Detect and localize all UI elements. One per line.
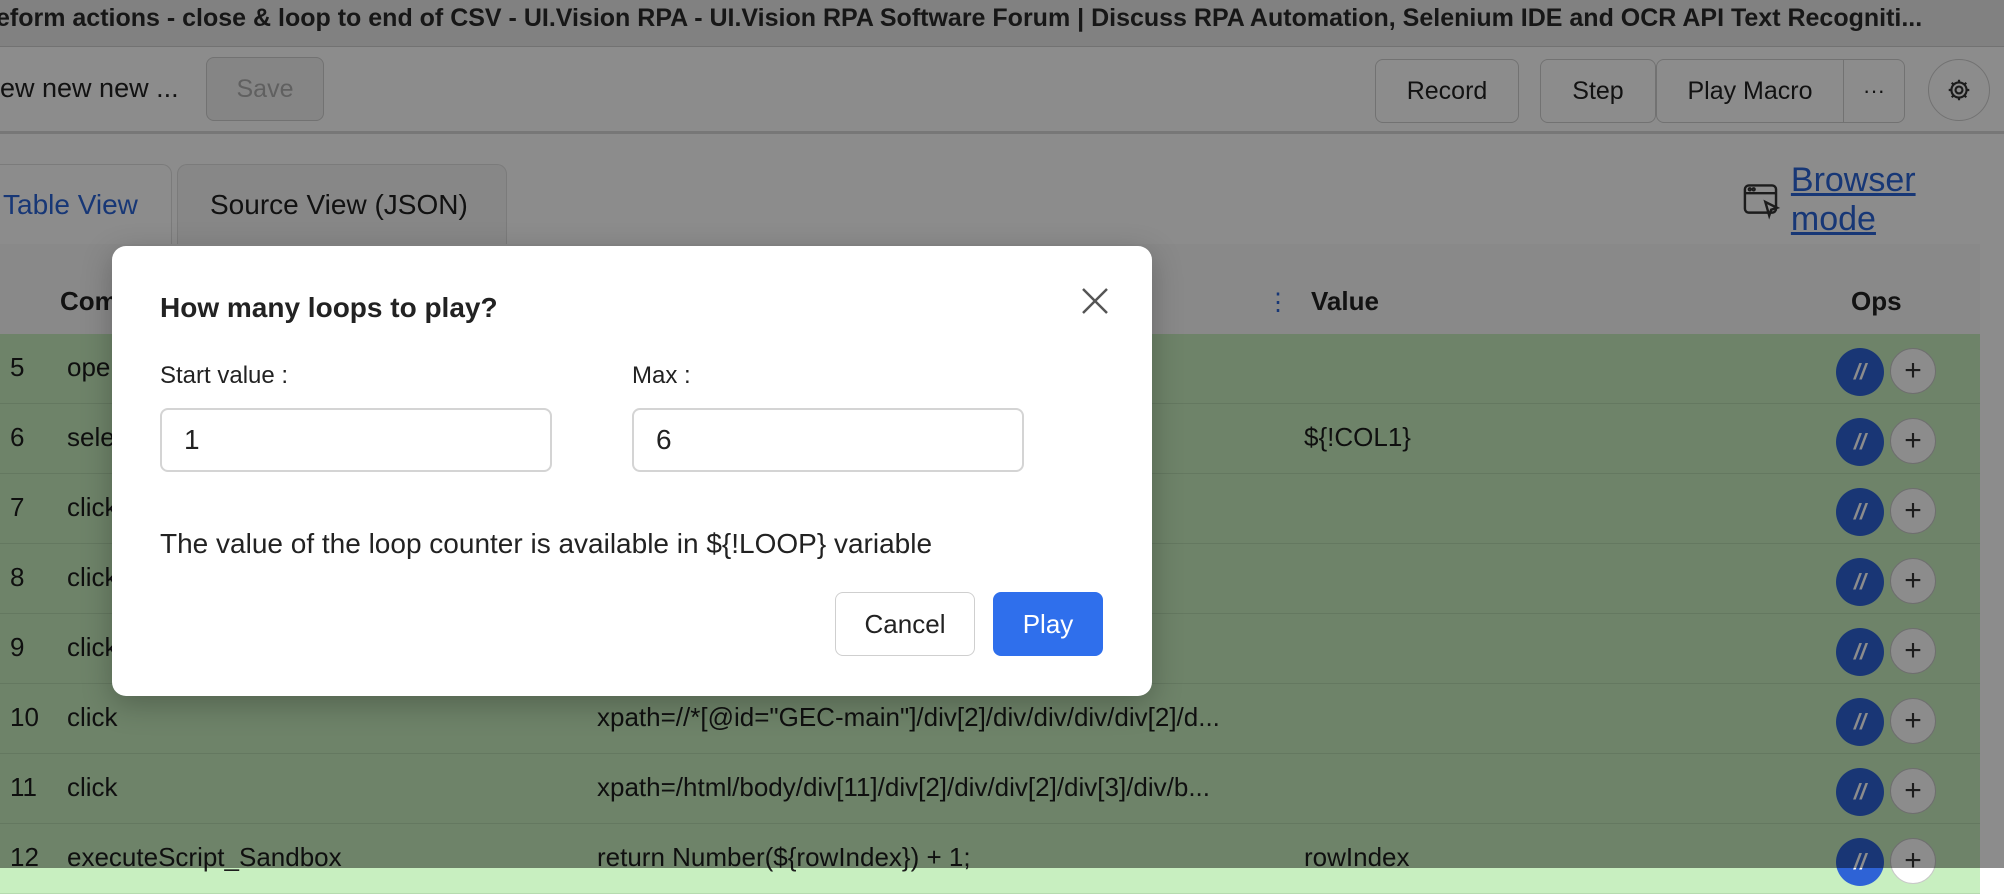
close-icon[interactable] xyxy=(1078,284,1112,318)
start-value-label: Start value : xyxy=(160,362,289,389)
cancel-button[interactable]: Cancel xyxy=(835,592,975,656)
loop-dialog: How many loops to play? Start value : Ma… xyxy=(112,246,1152,696)
max-value-input[interactable] xyxy=(632,408,1024,472)
dialog-title: How many loops to play? xyxy=(160,292,498,323)
play-button[interactable]: Play xyxy=(993,592,1103,656)
start-value-input[interactable] xyxy=(160,408,552,472)
loop-variable-note: The value of the loop counter is availab… xyxy=(160,528,933,559)
max-label: Max : xyxy=(632,362,691,389)
